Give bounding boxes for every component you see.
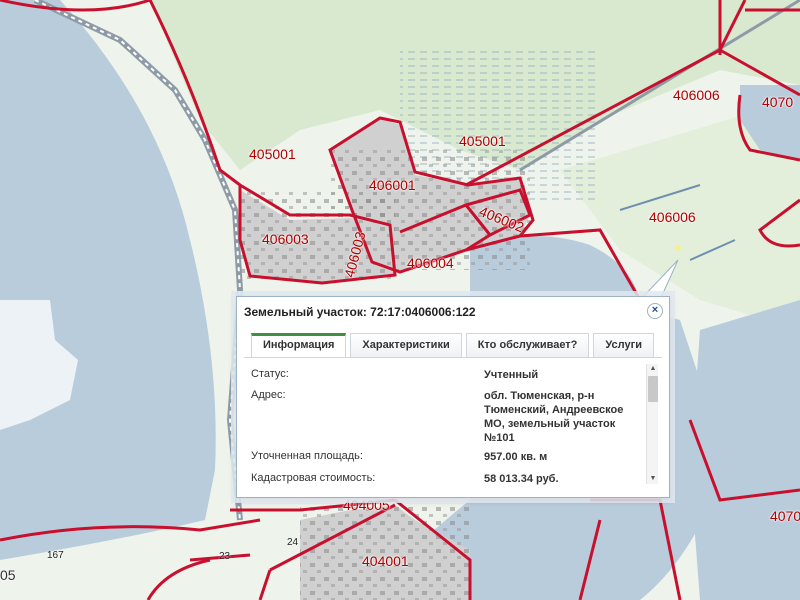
popup-scrollbar[interactable]: ▲ ▼ bbox=[646, 364, 658, 484]
popup-title: Земельный участок: 72:17:0406006:122 bbox=[244, 305, 476, 319]
info-label: Статус: bbox=[251, 368, 289, 380]
lake-east bbox=[690, 300, 800, 600]
cadastral-label: 405001 bbox=[459, 133, 506, 149]
info-value: 58 013.34 руб. bbox=[484, 473, 559, 485]
info-value: обл. Тюменская, р-н Тюменский, Андреевск… bbox=[484, 390, 624, 444]
cadastral-label: 4070 bbox=[770, 508, 800, 524]
info-label: Адрес: bbox=[251, 389, 286, 401]
parcel-number-label: 23 bbox=[219, 551, 231, 562]
tab-characteristics[interactable]: Характеристики bbox=[350, 333, 462, 357]
scroll-thumb[interactable] bbox=[648, 376, 658, 402]
tab-information[interactable]: Информация bbox=[251, 333, 347, 357]
cadastral-label: 406001 bbox=[369, 177, 416, 193]
close-icon[interactable]: × bbox=[647, 303, 663, 319]
cadastral-label: 406003 bbox=[262, 231, 309, 247]
cadastral-label: 405001 bbox=[249, 146, 296, 162]
cadastral-label: 406004 bbox=[407, 255, 454, 271]
cadastral-label: 404001 bbox=[362, 553, 409, 569]
info-label: Уточненная площадь: bbox=[251, 450, 363, 462]
tab-who-serves[interactable]: Кто обслуживает? bbox=[465, 333, 590, 357]
info-value: 957.00 кв. м bbox=[484, 451, 548, 463]
tab-services[interactable]: Услуги bbox=[593, 333, 654, 357]
info-label: Кадастровая стоимость: bbox=[251, 472, 376, 484]
parcel-number-label: 167 bbox=[47, 550, 64, 561]
scroll-down-icon[interactable]: ▼ bbox=[648, 474, 658, 484]
parcel-marker bbox=[675, 245, 681, 251]
parcel-number-label: 24 bbox=[287, 537, 299, 548]
cadastral-label: 05 bbox=[0, 567, 16, 583]
cadastral-label: 404005 bbox=[343, 497, 390, 513]
tab-content: Статус: Учтенный Адрес: обл. Тюменская, … bbox=[244, 357, 662, 491]
info-value: Учтенный bbox=[484, 369, 539, 381]
cadastral-label: 4070 bbox=[762, 94, 794, 110]
cadastral-label: 406006 bbox=[649, 209, 696, 225]
popup-tabs: Информация Характеристики Кто обслуживае… bbox=[251, 333, 654, 357]
parcel-info-popup: Земельный участок: 72:17:0406006:122 × И… bbox=[236, 296, 670, 498]
cadastral-label: 406006 bbox=[673, 87, 720, 103]
scroll-up-icon[interactable]: ▲ bbox=[648, 364, 658, 374]
